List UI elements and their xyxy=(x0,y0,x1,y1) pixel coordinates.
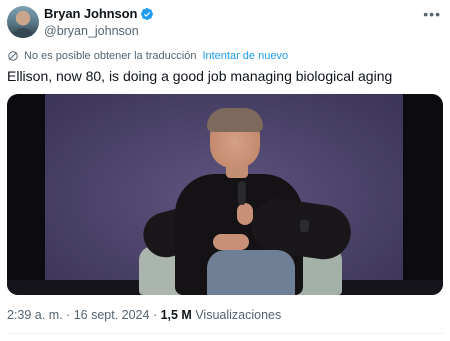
person-hand-resting xyxy=(213,234,249,250)
author-name[interactable]: Bryan Johnson xyxy=(44,6,137,21)
person-hand-holding-mic xyxy=(237,203,253,225)
retry-translation-link[interactable]: Intentar de nuevo xyxy=(202,50,288,62)
person-legs xyxy=(207,250,295,295)
divider xyxy=(7,333,443,334)
tweet-header: Bryan Johnson @bryan_johnson ••• xyxy=(7,5,443,41)
avatar[interactable] xyxy=(7,6,39,38)
wristwatch xyxy=(300,220,309,232)
views-count: 1,5 M xyxy=(160,308,192,322)
video-thumbnail[interactable] xyxy=(7,94,443,295)
verified-badge-icon xyxy=(141,7,154,20)
translation-status-text: No es posible obtener la traducción xyxy=(24,50,197,62)
meta-separator: · xyxy=(149,308,161,322)
no-translate-icon xyxy=(8,51,18,61)
author-handle[interactable]: @bryan_johnson xyxy=(44,24,139,38)
tweet-metadata: 2:39 a. m. · 16 sept. 2024 · 1,5 M Visua… xyxy=(7,308,281,322)
person-hair xyxy=(207,108,263,132)
meta-separator: · xyxy=(62,308,74,322)
views-label: Visualizaciones xyxy=(191,308,282,322)
translation-status: No es posible obtener la traducción Inte… xyxy=(7,49,288,63)
more-options-icon[interactable]: ••• xyxy=(423,6,441,22)
author-name-row: Bryan Johnson xyxy=(44,6,154,21)
microphone-icon xyxy=(238,181,246,205)
tweet-text: Ellison, now 80, is doing a good job man… xyxy=(7,68,393,84)
tweet-date[interactable]: 16 sept. 2024 xyxy=(74,308,150,322)
tweet-time[interactable]: 2:39 a. m. xyxy=(7,308,63,322)
